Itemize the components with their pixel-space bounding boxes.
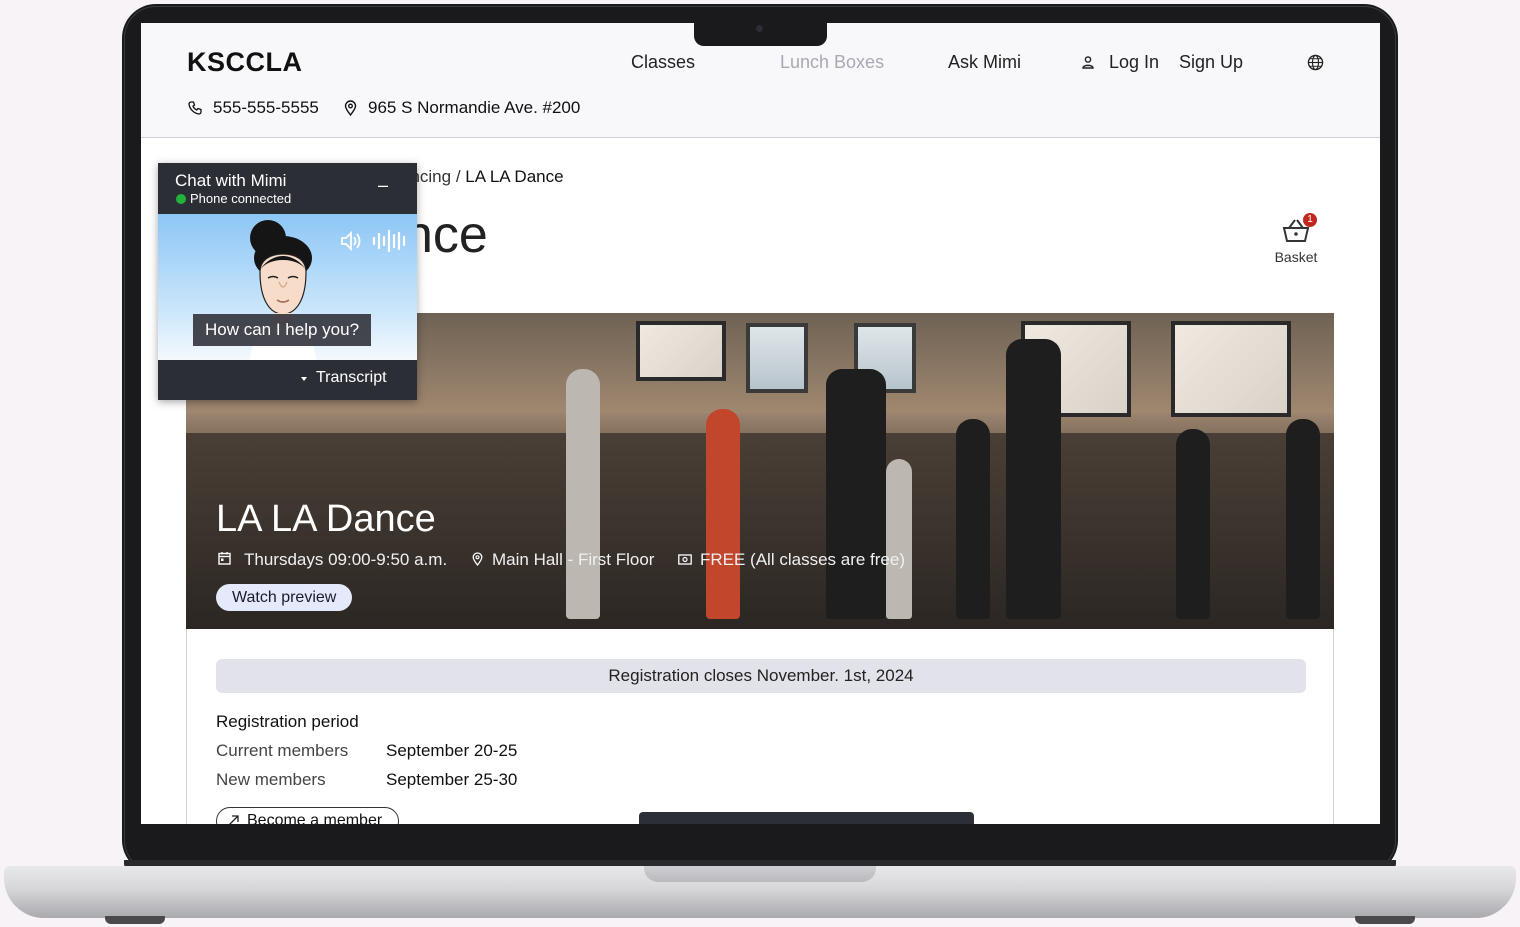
log-in-link[interactable]: Log In [1109,52,1159,73]
chat-prompt-bubble: How can I help you? [193,314,372,346]
registration-row-label: New members [216,770,326,789]
nav-classes-link[interactable]: Classes [631,52,695,73]
watch-preview-button[interactable]: Watch preview [216,584,353,611]
hero-photo-person [1286,419,1320,619]
chat-header: Chat with Mimi Phone connected – [158,163,417,214]
sign-up-link[interactable]: Sign Up [1179,52,1243,73]
breadcrumb-current: LA LA Dance [465,167,564,186]
basket-label: Basket [1274,249,1318,265]
hero-photo-person [1176,429,1210,619]
connected-status-dot [176,194,186,204]
camera-notch [694,20,827,46]
become-member-label: Become a member [247,812,383,824]
hero-photo-person [886,459,912,619]
hero-photo-person [956,419,990,619]
hero-photo-person [706,409,740,619]
hero-photo-painting [636,321,726,381]
become-member-button[interactable]: Become a member [216,807,400,824]
globe-icon[interactable] [1307,54,1324,71]
class-location: Main Hall - First Floor [492,550,655,569]
location-pin-icon [472,552,483,566]
laptop-foot-right [1355,916,1415,924]
address[interactable]: 965 S Normandie Ave. #200 [368,98,580,118]
calendar-icon [218,552,231,565]
chat-title: Chat with Mimi [175,171,287,190]
chat-avatar-area: How can I help you? [158,214,417,360]
transcript-label: Transcript [316,369,387,386]
class-schedule: Thursdays 09:00-9:50 a.m. [244,550,448,569]
site-logo[interactable]: KSCCLA [187,47,303,78]
registration-row-value: September 20-25 [386,741,518,760]
chat-status: Phone connected [190,191,292,206]
registration-row: Current members September 20-25 [216,741,517,761]
chat-widget: Chat with Mimi Phone connected – How can… [158,163,417,400]
dark-bar-partially-visible [639,812,974,824]
hero-photo-person [826,369,886,619]
nav-ask-mimi-link[interactable]: Ask Mimi [948,52,1021,73]
registration-period-heading: Registration period [216,712,359,731]
registration-closing-banner: Registration closes November. 1st, 2024 [216,659,1306,693]
transcript-toggle[interactable]: Transcript [300,369,387,387]
registration-row: New members September 25-30 [216,770,517,790]
registration-row-value: September 25-30 [386,770,518,789]
external-link-icon [229,815,239,824]
hero-photo-person [566,369,600,619]
speaker-icon[interactable] [340,231,364,251]
audio-wave-icon [372,229,406,253]
user-icon [1082,56,1094,69]
hero-photo-window [746,323,808,393]
map-pin-icon [344,100,357,116]
class-title: LA LA Dance [216,498,436,540]
laptop-foot-left [105,916,165,924]
breadcrumb: ancing / LA LA Dance [401,167,564,187]
money-icon [678,554,692,565]
phone-icon [188,101,202,115]
basket-count-badge: 1 [1303,213,1317,227]
registration-row-label: Current members [216,741,349,760]
hero-photo-person [1006,339,1061,619]
phone-number[interactable]: 555-555-5555 [213,98,319,118]
chat-footer: Transcript [158,360,417,400]
basket-button[interactable]: 1 Basket [1265,213,1327,265]
laptop-base-notch [644,866,876,882]
class-fee: FREE (All classes are free) [700,550,905,569]
nav-lunch-boxes-link[interactable]: Lunch Boxes [780,52,884,73]
minimize-chat-button[interactable]: – [376,175,390,196]
browser-screen: KSCCLA Classes Lunch Boxes Ask Mimi Log … [141,23,1380,824]
hero-photo-painting [1171,321,1291,417]
registration-card: Registration closes November. 1st, 2024 … [186,629,1334,824]
